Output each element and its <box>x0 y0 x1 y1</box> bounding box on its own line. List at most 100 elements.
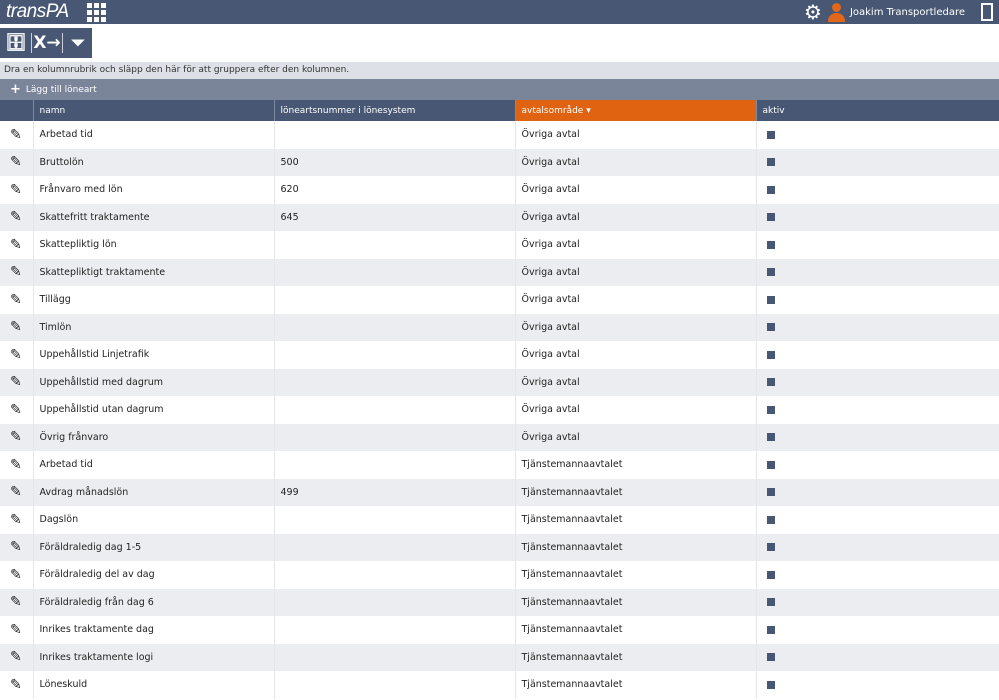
active-checkbox[interactable] <box>766 240 775 249</box>
pay-types-table: namn löneartsnummer i lönesystem avtalso… <box>0 100 999 699</box>
active-checkbox[interactable] <box>766 405 775 414</box>
cell-avtalsomrade: Tjänstemannaavtalet <box>514 478 756 506</box>
filter-icon[interactable]: ⏷ <box>66 32 90 54</box>
cell-avtalsomrade: Tjänstemannaavtalet <box>514 561 756 589</box>
edit-pencil-icon[interactable]: ✎ <box>0 203 33 231</box>
active-checkbox[interactable] <box>766 625 775 634</box>
active-checkbox[interactable] <box>766 515 775 524</box>
active-checkbox[interactable] <box>766 268 775 277</box>
active-checkbox[interactable] <box>766 598 775 607</box>
gear-icon[interactable]: ⚙ <box>804 2 822 22</box>
table-row[interactable]: ✎ Föräldraledig dag 1-5 Tjänstemannaavta… <box>0 533 999 561</box>
active-checkbox[interactable] <box>766 295 775 304</box>
cell-aktiv <box>755 396 999 424</box>
cell-avtalsomrade: Tjänstemannaavtalet <box>514 533 756 561</box>
table-row[interactable]: ✎ Inrikes traktamente dag Tjänstemannaav… <box>0 616 999 644</box>
table-row[interactable]: ✎ Arbetad tid Tjänstemannaavtalet <box>0 451 999 479</box>
group-drop-area[interactable]: Dra en kolumnrubrik och släpp den här fö… <box>0 62 999 79</box>
cell-avtalsomrade: Övriga avtal <box>514 258 756 286</box>
table-row[interactable]: ✎ Dagslön Tjänstemannaavtalet <box>0 506 999 534</box>
active-checkbox[interactable] <box>766 543 775 552</box>
table-row[interactable]: ✎ Skattepliktigt traktamente Övriga avta… <box>0 258 999 286</box>
cell-loneartsnummer <box>273 671 515 699</box>
table-row[interactable]: ✎ Uppehållstid Linjetrafik Övriga avtal <box>0 341 999 369</box>
edit-pencil-icon[interactable]: ✎ <box>0 231 33 259</box>
active-checkbox[interactable] <box>766 488 775 497</box>
table-row[interactable]: ✎ Föräldraledig från dag 6 Tjänstemannaa… <box>0 588 999 616</box>
cell-aktiv <box>755 368 999 396</box>
edit-pencil-icon[interactable]: ✎ <box>0 341 33 369</box>
table-row[interactable]: ✎ Löneskuld Tjänstemannaavtalet <box>0 671 999 699</box>
edit-pencil-icon[interactable]: ✎ <box>0 451 33 479</box>
edit-pencil-icon[interactable]: ✎ <box>0 121 33 149</box>
edit-pencil-icon[interactable]: ✎ <box>0 176 33 204</box>
table-row[interactable]: ✎ Uppehållstid utan dagrum Övriga avtal <box>0 396 999 424</box>
cell-namn: Arbetad tid <box>32 121 274 149</box>
apps-grid-icon[interactable] <box>86 2 106 22</box>
user-icon[interactable] <box>827 2 845 22</box>
edit-pencil-icon[interactable]: ✎ <box>0 616 33 644</box>
cell-avtalsomrade: Tjänstemannaavtalet <box>514 671 756 699</box>
column-header-avtalsomrade[interactable]: avtalsområde ▾ <box>514 100 756 121</box>
edit-pencil-icon[interactable]: ✎ <box>0 478 33 506</box>
edit-pencil-icon[interactable]: ✎ <box>0 643 33 671</box>
cell-loneartsnummer: 499 <box>273 478 515 506</box>
cell-avtalsomrade: Övriga avtal <box>514 341 756 369</box>
cell-aktiv <box>755 341 999 369</box>
edit-pencil-icon[interactable]: ✎ <box>0 561 33 589</box>
edit-pencil-icon[interactable]: ✎ <box>0 396 33 424</box>
table-row[interactable]: ✎ Avdrag månadslön 499 Tjänstemannaavtal… <box>0 478 999 506</box>
active-checkbox[interactable] <box>766 350 775 359</box>
cell-loneartsnummer: 500 <box>273 148 515 176</box>
cell-loneartsnummer <box>273 561 515 589</box>
active-checkbox[interactable] <box>766 130 775 139</box>
column-header-loneartsnummer[interactable]: löneartsnummer i lönesystem <box>273 100 515 121</box>
table-row[interactable]: ✎ Uppehållstid med dagrum Övriga avtal <box>0 368 999 396</box>
table-row[interactable]: ✎ Skattepliktig lön Övriga avtal <box>0 231 999 259</box>
cell-namn: Skattepliktigt traktamente <box>32 258 274 286</box>
cell-namn: Inrikes traktamente logi <box>32 643 274 671</box>
add-pay-type-button[interactable]: + Lägg till löneart <box>0 79 999 100</box>
table-row[interactable]: ✎ Föräldraledig del av dag Tjänstemannaa… <box>0 561 999 589</box>
edit-pencil-icon[interactable]: ✎ <box>0 148 33 176</box>
cell-loneartsnummer <box>273 286 515 314</box>
edit-pencil-icon[interactable]: ✎ <box>0 533 33 561</box>
active-checkbox[interactable] <box>766 680 775 689</box>
edit-pencil-icon[interactable]: ✎ <box>0 368 33 396</box>
table-row[interactable]: ✎ Arbetad tid Övriga avtal <box>0 121 999 149</box>
table-row[interactable]: ✎ Tillägg Övriga avtal <box>0 286 999 314</box>
cell-aktiv <box>755 506 999 534</box>
edit-pencil-icon[interactable]: ✎ <box>0 313 33 341</box>
table-row[interactable]: ✎ Bruttolön 500 Övriga avtal <box>0 148 999 176</box>
active-checkbox[interactable] <box>766 323 775 332</box>
active-checkbox[interactable] <box>766 570 775 579</box>
table-row[interactable]: ✎ Inrikes traktamente logi Tjänstemannaa… <box>0 643 999 671</box>
active-checkbox[interactable] <box>766 653 775 662</box>
table-row[interactable]: ✎ Frånvaro med lön 620 Övriga avtal <box>0 176 999 204</box>
cell-aktiv <box>755 671 999 699</box>
active-checkbox[interactable] <box>766 158 775 167</box>
edit-pencil-icon[interactable]: ✎ <box>0 286 33 314</box>
separator <box>31 33 32 53</box>
active-checkbox[interactable] <box>766 378 775 387</box>
active-checkbox[interactable] <box>766 213 775 222</box>
column-header-namn[interactable]: namn <box>32 100 274 121</box>
user-name[interactable]: Joakim Transportledare <box>850 7 965 18</box>
table-row[interactable]: ✎ Timlön Övriga avtal <box>0 313 999 341</box>
excel-export-icon[interactable]: X→ <box>33 32 60 54</box>
edit-pencil-icon[interactable]: ✎ <box>0 671 33 699</box>
active-checkbox[interactable] <box>766 185 775 194</box>
archive-icon[interactable]: 🗄 <box>4 32 28 54</box>
active-checkbox[interactable] <box>766 433 775 442</box>
logout-icon[interactable] <box>981 3 993 21</box>
logo[interactable]: transPA <box>6 1 69 23</box>
edit-pencil-icon[interactable]: ✎ <box>0 506 33 534</box>
table-row[interactable]: ✎ Övrig frånvaro Övriga avtal <box>0 423 999 451</box>
active-checkbox[interactable] <box>766 460 775 469</box>
table-row[interactable]: ✎ Skattefritt traktamente 645 Övriga avt… <box>0 203 999 231</box>
edit-pencil-icon[interactable]: ✎ <box>0 423 33 451</box>
column-header-aktiv[interactable]: aktiv <box>755 100 999 121</box>
edit-pencil-icon[interactable]: ✎ <box>0 588 33 616</box>
cell-namn: Avdrag månadslön <box>32 478 274 506</box>
edit-pencil-icon[interactable]: ✎ <box>0 258 33 286</box>
